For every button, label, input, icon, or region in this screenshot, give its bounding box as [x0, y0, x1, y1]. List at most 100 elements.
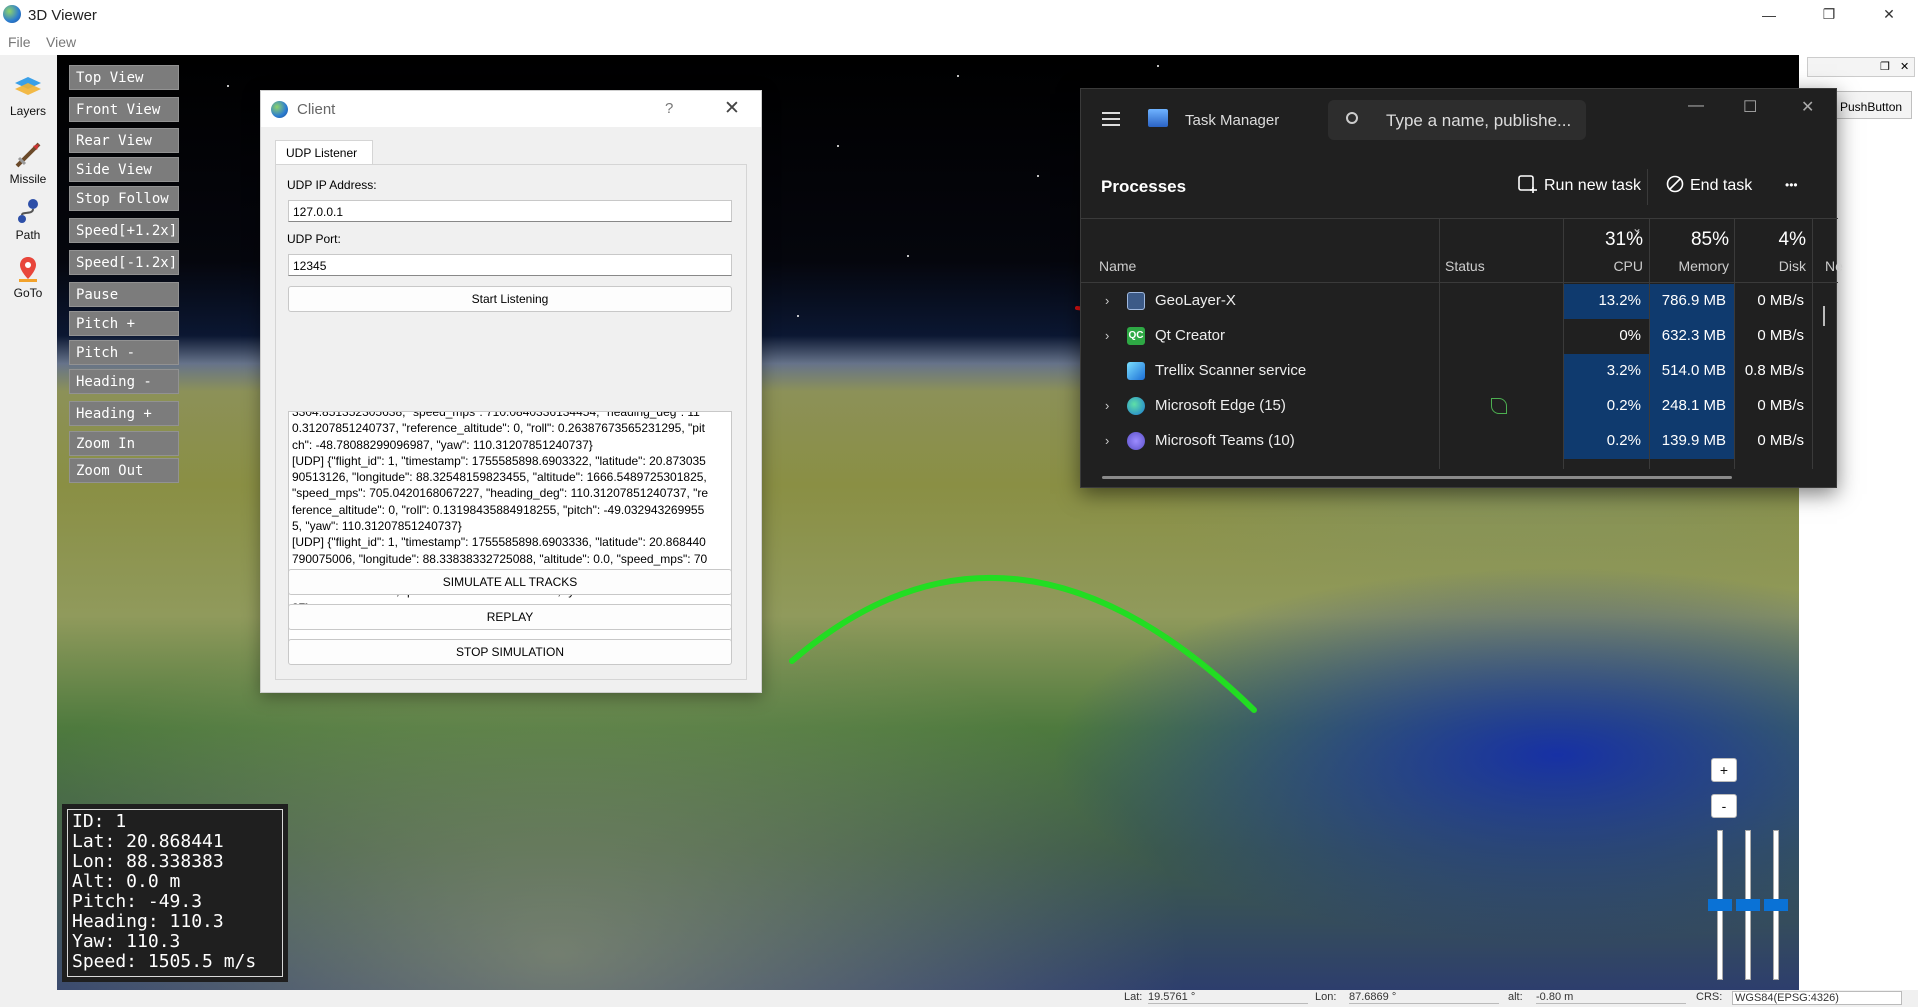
missile-icon: [13, 141, 43, 169]
process-memory: 786.9 MB: [1650, 284, 1734, 319]
status-lon-label: Lon:: [1315, 991, 1337, 1003]
layers-tool[interactable]: Layers: [2, 73, 54, 118]
simulate-all-tracks-button[interactable]: SIMULATE ALL TRACKS: [288, 569, 732, 595]
view-button-pause[interactable]: Pause: [69, 282, 179, 307]
edge-icon: [1127, 397, 1145, 415]
process-row[interactable]: › GeoLayer-X 13.2% 786.9 MB 0 MB/s: [1081, 284, 1821, 319]
slider-handle[interactable]: [1736, 899, 1760, 911]
tm-minimize-button[interactable]: —: [1688, 97, 1704, 115]
start-listening-button[interactable]: Start Listening: [288, 286, 732, 312]
horizontal-scrollbar[interactable]: [1102, 476, 1732, 479]
view-button-pitch[interactable]: Pitch +: [69, 311, 179, 336]
info-yaw: Yaw: 110.3: [72, 931, 181, 952]
crs-select[interactable]: WGS84(EPSG:4326): [1732, 991, 1902, 1005]
client-titlebar: Client ? ✕: [261, 91, 761, 127]
tab-udp-listener[interactable]: UDP Listener: [275, 140, 373, 164]
missile-tool[interactable]: Missile: [2, 141, 54, 186]
process-cpu: 0.2%: [1564, 389, 1649, 424]
search-placeholder: Type a name, publishe...: [1386, 111, 1572, 130]
help-button[interactable]: ?: [665, 100, 673, 117]
process-cpu: 13.2%: [1564, 284, 1649, 319]
minimize-button[interactable]: —: [1740, 0, 1798, 29]
toolbar-divider: [1647, 169, 1648, 205]
more-options-button[interactable]: •••: [1785, 178, 1798, 192]
view-button-zoom-out[interactable]: Zoom Out: [69, 458, 179, 483]
view-button-front-view[interactable]: Front View: [69, 97, 179, 122]
col-status-header[interactable]: Status: [1445, 258, 1485, 274]
menu-file[interactable]: File: [8, 34, 31, 50]
process-name: Qt Creator: [1155, 327, 1226, 344]
menu-view[interactable]: View: [46, 34, 76, 50]
qt-creator-icon: QC: [1127, 327, 1145, 345]
view-button-heading[interactable]: Heading +: [69, 401, 179, 426]
info-speed: Speed: 1505.5 m/s: [72, 951, 257, 972]
expand-chevron-icon[interactable]: ›: [1105, 328, 1109, 343]
view-button-side-view[interactable]: Side View: [69, 157, 179, 182]
process-memory: 248.1 MB: [1650, 389, 1734, 424]
tm-close-button[interactable]: ✕: [1801, 97, 1814, 117]
col-cpu-header[interactable]: CPU: [1563, 258, 1643, 274]
col-disk-header[interactable]: Disk: [1734, 258, 1806, 274]
rotation-slider[interactable]: [1736, 830, 1760, 980]
process-search-input[interactable]: Type a name, publishe...: [1328, 100, 1586, 140]
path-label: Path: [15, 228, 41, 242]
col-name-header[interactable]: Name: [1099, 258, 1136, 274]
flight-track-line: [789, 574, 1257, 713]
slider-handle[interactable]: [1708, 899, 1732, 911]
dock-float-button[interactable]: ❐: [1880, 60, 1890, 73]
status-bar: Lat: 19.5761 ° Lon: 87.6869 ° alt: -0.80…: [0, 990, 1918, 1007]
stop-simulation-button[interactable]: STOP SIMULATION: [288, 639, 732, 665]
map-zoom-in-button[interactable]: +: [1711, 758, 1737, 782]
sort-chevron-down-icon: ⌄: [1632, 221, 1643, 235]
end-task-button[interactable]: End task: [1666, 175, 1752, 195]
restore-button[interactable]: ❐: [1800, 0, 1858, 29]
view-button-speed-1-2x[interactable]: Speed[+1.2x]: [69, 218, 179, 243]
goto-tool[interactable]: GoTo: [2, 255, 54, 300]
end-task-label: End task: [1690, 177, 1753, 194]
expand-chevron-icon[interactable]: ›: [1105, 433, 1109, 448]
efficiency-leaf-icon: [1491, 398, 1507, 414]
port-field[interactable]: 12345: [288, 254, 732, 276]
vertical-scrollbar[interactable]: [1823, 306, 1825, 326]
run-task-icon: [1518, 175, 1537, 193]
process-name: Microsoft Teams (10): [1155, 432, 1295, 449]
process-cpu: 0%: [1619, 327, 1641, 344]
view-button-rear-view[interactable]: Rear View: [69, 128, 179, 153]
memory-total: 85%: [1690, 229, 1729, 250]
expand-chevron-icon[interactable]: ›: [1105, 398, 1109, 413]
layers-icon: [13, 73, 43, 101]
disk-total: 4%: [1778, 229, 1806, 250]
process-row[interactable]: › QC Qt Creator 0% 632.3 MB 0 MB/s: [1081, 319, 1821, 354]
replay-button[interactable]: REPLAY: [288, 604, 732, 630]
dock-close-button[interactable]: ✕: [1900, 60, 1909, 73]
zoom-slider[interactable]: [1764, 830, 1788, 980]
tilt-slider[interactable]: [1708, 830, 1732, 980]
process-name: Trellix Scanner service: [1155, 362, 1307, 379]
col-network-header[interactable]: Ne: [1825, 258, 1843, 274]
process-row[interactable]: › Microsoft Teams (10) 0.2% 139.9 MB 0 MB/s: [1081, 424, 1821, 459]
ip-address-field[interactable]: 127.0.0.1: [288, 200, 732, 222]
ip-label: UDP IP Address:: [287, 178, 377, 192]
run-new-task-button[interactable]: Run new task: [1518, 175, 1641, 195]
status-alt-value: -0.80 m: [1536, 991, 1686, 1004]
map-zoom-out-button[interactable]: -: [1711, 794, 1737, 818]
view-button-speed-1-2x[interactable]: Speed[-1.2x]: [69, 250, 179, 275]
globe-app-icon: [3, 5, 21, 23]
path-tool[interactable]: Path: [2, 197, 54, 242]
client-close-button[interactable]: ✕: [724, 97, 740, 120]
port-label: UDP Port:: [287, 232, 341, 246]
view-button-pitch[interactable]: Pitch -: [69, 340, 179, 365]
view-button-stop-follow[interactable]: Stop Follow: [69, 186, 179, 211]
close-button[interactable]: ✕: [1860, 0, 1918, 29]
info-lat: Lat: 20.868441: [72, 831, 224, 852]
col-memory-header[interactable]: Memory: [1649, 258, 1729, 274]
tm-maximize-button[interactable]: ☐: [1743, 97, 1757, 117]
expand-chevron-icon[interactable]: ›: [1105, 293, 1109, 308]
hamburger-menu-icon[interactable]: [1102, 112, 1120, 130]
view-button-top-view[interactable]: Top View: [69, 65, 179, 90]
view-button-zoom-in[interactable]: Zoom In: [69, 431, 179, 456]
view-button-heading[interactable]: Heading -: [69, 369, 179, 394]
slider-handle[interactable]: [1764, 899, 1788, 911]
process-row[interactable]: › Microsoft Edge (15) 0.2% 248.1 MB 0 MB/s: [1081, 389, 1821, 424]
process-row[interactable]: Trellix Scanner service 3.2% 514.0 MB 0.8 M…: [1081, 354, 1821, 389]
